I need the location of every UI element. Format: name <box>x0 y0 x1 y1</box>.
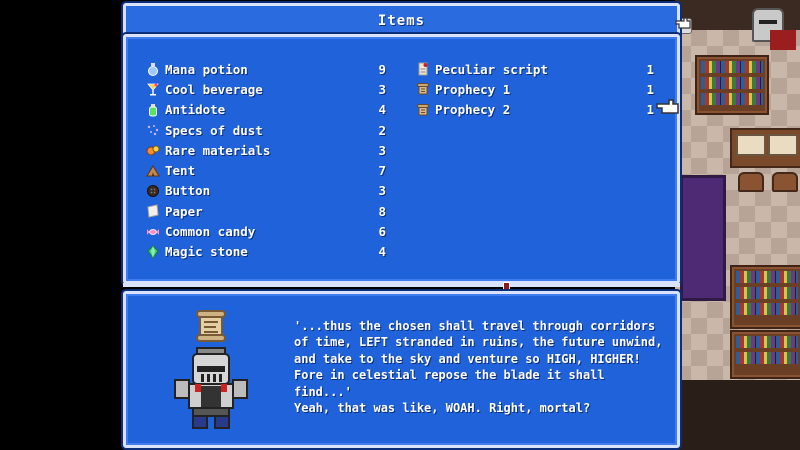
item-name: Cool beverage <box>165 81 263 97</box>
bookshelf <box>730 330 800 379</box>
inventory-item-common-candy[interactable]: Common candy 6 <box>146 221 386 241</box>
bookshelf <box>695 55 769 115</box>
inventory-item-peculiar-script[interactable]: Peculiar script 1 <box>416 59 654 79</box>
item-name: Prophecy 2 <box>435 102 511 118</box>
panel-divider <box>123 282 680 290</box>
item-quantity: 4 <box>378 244 386 260</box>
bookshelf <box>730 265 800 329</box>
magic-stone-icon <box>146 245 160 259</box>
script-icon <box>416 62 430 76</box>
item-description-panel: '...thus the chosen shall travel through… <box>123 291 680 448</box>
item-quantity: 1 <box>646 102 654 118</box>
items-panel: Mana potion 9 Cool beverage 3 Antidote 4 Specs… <box>123 34 680 284</box>
inventory-item-prophecy-1[interactable]: Prophecy 1 1 <box>416 79 654 99</box>
item-quantity: 1 <box>646 61 654 77</box>
item-name: Mana potion <box>165 61 248 77</box>
item-quantity: 3 <box>378 142 386 158</box>
inventory-item-rare-materials[interactable]: Rare materials 3 <box>146 140 386 160</box>
item-quantity: 6 <box>378 224 386 240</box>
prophecy-scroll-icon <box>416 103 430 117</box>
window-title: Items <box>377 12 426 29</box>
inventory-item-tent[interactable]: Tent 7 <box>146 160 386 180</box>
inventory-item-antidote[interactable]: Antidote 4 <box>146 100 386 120</box>
inventory-item-magic-stone[interactable]: Magic stone 4 <box>146 242 386 262</box>
inventory-item-prophecy-2[interactable]: Prophecy 2 1 <box>416 100 654 120</box>
item-name: Peculiar script <box>435 61 548 77</box>
item-description-text: '...thus the chosen shall travel through… <box>294 319 663 416</box>
item-quantity: 1 <box>646 81 654 97</box>
purple-rug <box>680 175 726 301</box>
inventory-item-specs-of-dust[interactable]: Specs of dust 2 <box>146 120 386 140</box>
item-quantity: 9 <box>378 61 386 77</box>
antidote-icon <box>146 103 160 117</box>
item-quantity: 3 <box>378 183 386 199</box>
inventory-item-cool-beverage[interactable]: Cool beverage 3 <box>146 79 386 99</box>
items-column-left: Mana potion 9 Cool beverage 3 Antidote 4 Specs… <box>146 59 386 262</box>
knight-portrait-icon <box>174 347 248 429</box>
stool <box>772 172 798 192</box>
divider-marker <box>503 282 510 290</box>
pointer-hand-small-icon <box>675 17 691 29</box>
item-name: Tent <box>165 163 196 179</box>
item-quantity: 2 <box>378 122 386 138</box>
stool <box>738 172 764 192</box>
prophecy-scroll-icon <box>416 82 430 96</box>
candy-icon <box>146 225 160 239</box>
item-name: Magic stone <box>165 244 248 260</box>
item-quantity: 8 <box>378 203 386 219</box>
item-quantity: 4 <box>378 102 386 118</box>
item-name: Button <box>165 183 211 199</box>
item-name: Paper <box>165 203 203 219</box>
item-name: Specs of dust <box>165 122 263 138</box>
library-lower-wall <box>675 380 800 450</box>
item-name: Rare materials <box>165 142 271 158</box>
red-cape-decoration <box>770 30 796 50</box>
item-quantity: 7 <box>378 163 386 179</box>
open-book-icon <box>736 134 766 156</box>
inventory-item-mana-potion[interactable]: Mana potion 9 <box>146 59 386 79</box>
button-icon <box>146 184 160 198</box>
item-name: Antidote <box>165 102 226 118</box>
pointer-hand-icon <box>656 99 679 114</box>
inventory-item-button[interactable]: Button 3 <box>146 181 386 201</box>
materials-icon <box>146 143 160 157</box>
mana-potion-icon <box>146 62 160 77</box>
cocktail-icon <box>146 82 160 96</box>
item-name: Common candy <box>165 224 256 240</box>
tent-icon <box>146 164 160 178</box>
open-book-icon <box>768 134 798 156</box>
items-column-right: Peculiar script 1 Prophecy 1 1 Prophecy 2 1 <box>416 59 654 120</box>
dust-icon <box>146 123 160 137</box>
item-quantity: 3 <box>378 81 386 97</box>
prophecy-scroll-icon <box>196 310 226 342</box>
item-name: Prophecy 1 <box>435 81 511 97</box>
paper-icon <box>146 204 160 218</box>
inventory-item-paper[interactable]: Paper 8 <box>146 201 386 221</box>
items-title-bar: Items <box>123 3 680 38</box>
